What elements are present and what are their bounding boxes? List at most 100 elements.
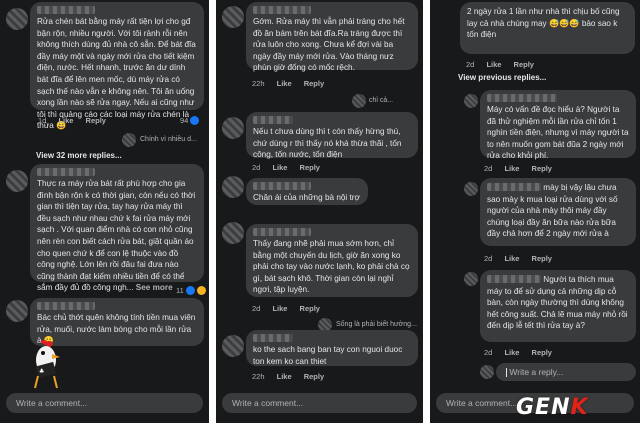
comments-panel-1: Rửa chén bát bằng máy rất tiện lợi cho g… <box>0 0 209 423</box>
comment-bubble: Nếu t chưa dùng thì t cón thấy hừng thú,… <box>246 112 418 160</box>
reply-avatar[interactable] <box>122 133 136 147</box>
like-button[interactable]: Like <box>277 372 292 381</box>
timestamp: 2d <box>484 164 493 173</box>
timestamp: 2d <box>466 60 475 69</box>
reply-bubble: Máy có vấn đề đọc hiểu à? Người ta đã th… <box>480 90 636 161</box>
commenter-name[interactable] <box>37 6 95 14</box>
like-button[interactable]: Like <box>486 60 501 69</box>
commenter-name[interactable] <box>37 168 95 176</box>
like-button[interactable]: Like <box>277 79 292 88</box>
like-button[interactable]: Like <box>272 163 287 172</box>
reply-preview[interactable]: Chính vì nhiều d... <box>140 136 197 143</box>
commenter-name[interactable] <box>487 94 557 102</box>
sweat-smile-emoji: 😅😅😅 <box>548 18 580 28</box>
write-comment-input[interactable]: Write a comment... <box>6 393 203 413</box>
comment-bubble: Rửa chén bát bằng máy rất tiện lợi cho g… <box>30 2 204 130</box>
write-comment-input[interactable]: Write a comment... <box>222 393 417 413</box>
svg-text:♣: ♣ <box>39 368 44 375</box>
commenter-name[interactable] <box>253 6 311 14</box>
commenter-name[interactable] <box>37 302 95 310</box>
reply-avatar[interactable] <box>464 94 478 108</box>
reply-preview[interactable]: chỉ cả... <box>369 97 393 104</box>
my-avatar <box>480 365 494 379</box>
like-button[interactable]: Like <box>504 348 519 357</box>
reaction-number: 11 <box>176 286 184 295</box>
reaction-count[interactable]: 11 <box>176 286 206 295</box>
comment-text: Rửa chén bát bằng máy rất tiện lợi cho g… <box>37 17 196 131</box>
comment-actions: 22h Like Reply <box>252 372 334 381</box>
like-button[interactable]: Like <box>272 304 287 313</box>
avatar[interactable] <box>222 335 244 357</box>
reply-avatar[interactable] <box>464 272 478 286</box>
comment-actions: 2d Like Reply <box>252 304 330 313</box>
reply-button[interactable]: Reply <box>514 60 534 69</box>
avatar[interactable] <box>222 176 244 198</box>
comment-text: ko the sach bang ban tay con nguoi duoc … <box>253 345 403 366</box>
like-button[interactable]: Like <box>504 164 519 173</box>
reply-button[interactable]: Reply <box>532 254 552 263</box>
write-reply-placeholder: Write a reply... <box>509 367 564 377</box>
like-reaction-icon <box>185 286 195 295</box>
reply-bubble: mày bị vậy lâu chưa sao mày k mua loại r… <box>480 178 636 246</box>
timestamp: 2d <box>252 163 261 172</box>
comment-actions: 1d Like Reply <box>38 116 116 125</box>
avatar[interactable] <box>6 8 28 30</box>
comment-text: Gớm. Rửa máy thì vẫn phải tráng cho hết … <box>253 17 405 73</box>
commenter-name[interactable] <box>253 334 293 342</box>
avatar[interactable] <box>222 222 244 244</box>
reply-avatar[interactable] <box>464 182 478 196</box>
like-reaction-icon <box>190 116 200 125</box>
reply-button[interactable]: Reply <box>304 79 324 88</box>
write-reply-input[interactable]: Write a reply... <box>496 363 636 381</box>
reply-actions: 2d Like Reply <box>484 164 562 173</box>
comment-actions: 22h Like Reply <box>252 79 334 88</box>
view-more-replies-link[interactable]: View 32 more replies... <box>36 151 122 160</box>
avatar[interactable] <box>222 6 244 28</box>
reaction-count[interactable]: 94 <box>180 116 200 125</box>
see-more-link[interactable]: See more <box>136 283 173 292</box>
comments-panel-3: 2 ngày rửa 1 lần như nhà thì chịu bố cũn… <box>430 0 640 423</box>
comments-panel-2: Gớm. Rửa máy thì vẫn phải tráng cho hết … <box>216 0 423 423</box>
reply-actions: 2d Like Reply <box>484 348 562 357</box>
haha-reaction-icon <box>196 286 206 295</box>
view-previous-replies-link[interactable]: View previous replies... <box>458 73 546 82</box>
reply-button[interactable]: Reply <box>300 304 320 313</box>
reply-text: mày bị vậy lâu chưa sao mày k mua loại r… <box>487 183 618 239</box>
comment-bubble: Chân ái của những bà nội trợ <box>246 178 368 205</box>
comment-bubble: Gớm. Rửa máy thì vẫn phải tráng cho hết … <box>246 2 418 73</box>
comment-text: Nếu t chưa dùng thì t cón thấy hừng thú,… <box>253 127 402 160</box>
like-button[interactable]: Like <box>58 116 73 125</box>
reply-button[interactable]: Reply <box>532 348 552 357</box>
commenter-name[interactable] <box>487 274 541 283</box>
comment-actions: 2d Like Reply <box>252 163 330 172</box>
reply-button[interactable]: Reply <box>86 116 106 125</box>
timestamp: 22h <box>252 372 265 381</box>
commenter-name[interactable] <box>487 182 541 191</box>
commenter-name[interactable] <box>253 116 293 124</box>
commenter-name[interactable] <box>253 228 311 236</box>
comment-bubble: Thực ra máy rửa bát rất phù hợp cho gia … <box>30 164 204 292</box>
reply-avatar[interactable] <box>352 94 366 108</box>
reply-button[interactable]: Reply <box>304 372 324 381</box>
timestamp: 2d <box>484 348 493 357</box>
comment-text: Chân ái của những bà nội trợ <box>253 193 360 202</box>
reply-button[interactable]: Reply <box>532 164 552 173</box>
like-button[interactable]: Like <box>504 254 519 263</box>
reply-preview[interactable]: Sống là phải biết hưởng... <box>336 321 417 328</box>
reply-actions: 2d Like Reply <box>484 254 562 263</box>
commenter-name[interactable] <box>253 182 311 190</box>
comment-text: Thực ra máy rửa bát rất phù hợp cho gia … <box>37 179 196 293</box>
rooster-sticker-icon: ♣ <box>34 340 60 389</box>
reply-text: Máy có vấn đề đọc hiểu à? Người ta đã th… <box>487 105 629 161</box>
timestamp: 22h <box>252 79 265 88</box>
timestamp: 1d <box>38 116 47 125</box>
comment-bubble: ko the sach bang ban tay con nguoi duoc … <box>246 330 418 366</box>
comment-bubble: 2 ngày rửa 1 lần như nhà thì chịu bố cũn… <box>460 2 635 54</box>
timestamp: 2d <box>252 304 261 313</box>
timestamp: 2d <box>484 254 493 263</box>
avatar[interactable] <box>6 300 28 322</box>
reply-button[interactable]: Reply <box>300 163 320 172</box>
reaction-number: 94 <box>180 116 189 125</box>
avatar[interactable] <box>6 170 28 192</box>
avatar[interactable] <box>222 117 244 139</box>
